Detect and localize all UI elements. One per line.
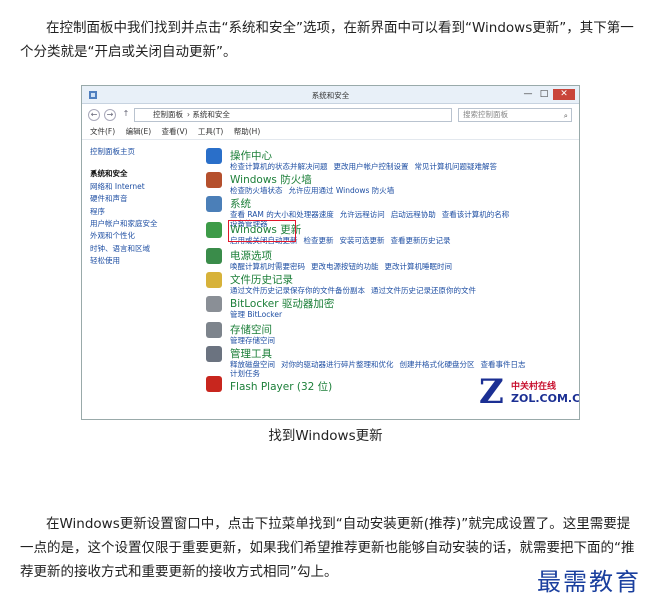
sidebar-item-system-security[interactable]: 系统和安全 <box>90 168 200 180</box>
category-link[interactable]: 查看事件日志 <box>481 360 526 369</box>
category-links: 查看 RAM 的大小和处理器速度 允许远程访问 启动远程协助 查看该计算机的名称 <box>230 209 515 220</box>
category-links: 唤醒计算机时需要密码 更改电源按钮的功能 更改计算机睡眠时间 <box>230 261 458 272</box>
computer-icon <box>206 196 222 212</box>
breadcrumb-control-panel[interactable]: 控制面板 <box>153 110 183 119</box>
category-link[interactable]: 唤醒计算机时需要密码 <box>230 262 305 271</box>
figure-caption: 找到Windows更新 <box>268 428 383 444</box>
category-link[interactable]: 通过文件历史记录还原你的文件 <box>371 286 476 295</box>
category-link[interactable]: 更改电源按钮的功能 <box>311 262 379 271</box>
zol-cn-name: 中关村在线 <box>511 382 557 392</box>
flag-icon <box>206 148 222 164</box>
back-button[interactable]: ← <box>88 109 100 121</box>
category-row: 操作中心 检查计算机的状态并解决问题 更改用户帐户控制设置 常见计算机问题疑难解答 <box>206 148 576 172</box>
power-icon <box>206 248 222 264</box>
bitlocker-icon <box>206 296 222 312</box>
search-icon: ⌕ <box>563 111 568 120</box>
category-link[interactable]: 查看该计算机的名称 <box>442 210 510 219</box>
category-links: 通过文件历史记录保存你的文件备份副本 通过文件历史记录还原你的文件 <box>230 285 482 296</box>
window-titlebar: 系统和安全 — □ ✕ <box>82 86 579 104</box>
address-bar[interactable]: 控制面板 › 系统和安全 <box>134 108 452 122</box>
control-panel-screenshot: 系统和安全 — □ ✕ ← → ↑ 控制面板 › 系统和安全 搜索控制面板 ⌕ 文… <box>81 85 580 420</box>
category-link[interactable]: 对你的驱动器进行碎片整理和优化 <box>281 360 394 369</box>
up-button[interactable]: ↑ <box>120 109 132 121</box>
category-row: 存储空间 管理存储空间 <box>206 322 576 346</box>
sidebar-item-programs[interactable]: 程序 <box>90 206 200 218</box>
category-row: 电源选项 唤醒计算机时需要密码 更改电源按钮的功能 更改计算机睡眠时间 <box>206 248 576 272</box>
category-link[interactable]: 通过文件历史记录保存你的文件备份副本 <box>230 286 365 295</box>
sidebar-item-network[interactable]: 网络和 Internet <box>90 181 200 193</box>
tools-icon <box>206 346 222 362</box>
category-link[interactable]: 更改计算机睡眠时间 <box>385 262 453 271</box>
menu-help[interactable]: 帮助(H) <box>234 127 261 136</box>
minimize-button[interactable]: — <box>521 89 535 100</box>
category-title[interactable]: Flash Player (32 位) <box>230 379 332 394</box>
category-row: Windows 防火墙 检查防火墙状态 允许应用通过 Windows 防火墙 <box>206 172 576 196</box>
zol-logo: Z 中关村在线 ZOL.COM.CN <box>479 372 579 412</box>
close-button[interactable]: ✕ <box>553 89 575 100</box>
category-row: BitLocker 驱动器加密 管理 BitLocker <box>206 296 576 320</box>
category-link[interactable]: 检查防火墙状态 <box>230 186 283 195</box>
address-bar-row: ← → ↑ 控制面板 › 系统和安全 搜索控制面板 ⌕ <box>82 104 579 126</box>
zol-domain: ZOL.COM.CN <box>511 392 580 405</box>
menu-tools[interactable]: 工具(T) <box>198 127 223 136</box>
category-link[interactable]: 允许应用通过 Windows 防火墙 <box>289 186 395 195</box>
intro-paragraph: 在控制面板中我们找到并点击“系统和安全”选项，在新界面中可以看到“Windows… <box>20 20 634 60</box>
folder-icon <box>206 272 222 288</box>
firewall-icon <box>206 172 222 188</box>
menu-edit[interactable]: 编辑(E) <box>126 127 152 136</box>
menu-file[interactable]: 文件(F) <box>90 127 115 136</box>
category-link[interactable]: 查看更新历史记录 <box>391 236 451 245</box>
category-link[interactable]: 检查计算机的状态并解决问题 <box>230 162 328 171</box>
category-row: Windows 更新 启用或关闭自动更新 检查更新 安装可选更新 查看更新历史记录 <box>206 220 576 246</box>
category-links: 检查计算机的状态并解决问题 更改用户帐户控制设置 常见计算机问题疑难解答 <box>230 161 503 172</box>
sidebar-item-clock-language[interactable]: 时钟、语言和区域 <box>90 243 200 255</box>
category-link[interactable]: 更改用户帐户控制设置 <box>334 162 409 171</box>
sidebar: 控制面板主页 系统和安全 网络和 Internet 硬件和声音 程序 用户帐户和… <box>82 140 200 419</box>
watermark-text: 最需教育 <box>537 568 641 596</box>
storage-icon <box>206 322 222 338</box>
menu-view[interactable]: 查看(V) <box>162 127 188 136</box>
window-title: 系统和安全 <box>311 91 350 100</box>
forward-button[interactable]: → <box>104 109 116 121</box>
category-links: 管理存储空间 <box>230 335 281 346</box>
category-link[interactable]: 管理存储空间 <box>230 336 275 345</box>
category-links: 管理 BitLocker <box>230 309 288 320</box>
breadcrumb-system-security[interactable]: 系统和安全 <box>192 110 230 119</box>
category-link[interactable]: 常见计算机问题疑难解答 <box>415 162 498 171</box>
category-links: 检查防火墙状态 允许应用通过 Windows 防火墙 <box>230 185 400 196</box>
category-link[interactable]: 启动远程协助 <box>391 210 436 219</box>
category-link[interactable]: 允许远程访问 <box>340 210 385 219</box>
update-icon <box>206 222 222 238</box>
category-link[interactable]: 管理 BitLocker <box>230 310 282 319</box>
category-link[interactable]: 创建并格式化硬盘分区 <box>400 360 475 369</box>
sidebar-item-appearance[interactable]: 外观和个性化 <box>90 230 200 242</box>
category-link[interactable]: 检查更新 <box>304 236 334 245</box>
menu-bar: 文件(F) 编辑(E) 查看(V) 工具(T) 帮助(H) <box>82 126 579 140</box>
category-link[interactable]: 安装可选更新 <box>340 236 385 245</box>
sidebar-item-ease-of-access[interactable]: 轻松使用 <box>90 255 200 267</box>
search-input[interactable]: 搜索控制面板 ⌕ <box>458 108 572 122</box>
maximize-button[interactable]: □ <box>537 89 551 100</box>
flash-icon <box>206 376 222 392</box>
category-row: 管理工具 释放磁盘空间 对你的驱动器进行碎片整理和优化 创建并格式化硬盘分区 查看事件日… <box>206 346 576 378</box>
sidebar-item-hardware[interactable]: 硬件和声音 <box>90 193 200 205</box>
category-row: 系统 查看 RAM 的大小和处理器速度 允许远程访问 启动远程协助 查看该计算机的名称设… <box>206 196 576 228</box>
category-links: 释放磁盘空间 对你的驱动器进行碎片整理和优化 创建并格式化硬盘分区 查看事件日志 <box>230 359 532 370</box>
category-row: 文件历史记录 通过文件历史记录保存你的文件备份副本 通过文件历史记录还原你的文件 <box>206 272 576 296</box>
sidebar-home-link[interactable]: 控制面板主页 <box>90 146 200 158</box>
highlight-box <box>228 220 296 242</box>
zol-mark: Z <box>479 372 504 412</box>
sidebar-item-user-accounts[interactable]: 用户帐户和家庭安全 <box>90 218 200 230</box>
